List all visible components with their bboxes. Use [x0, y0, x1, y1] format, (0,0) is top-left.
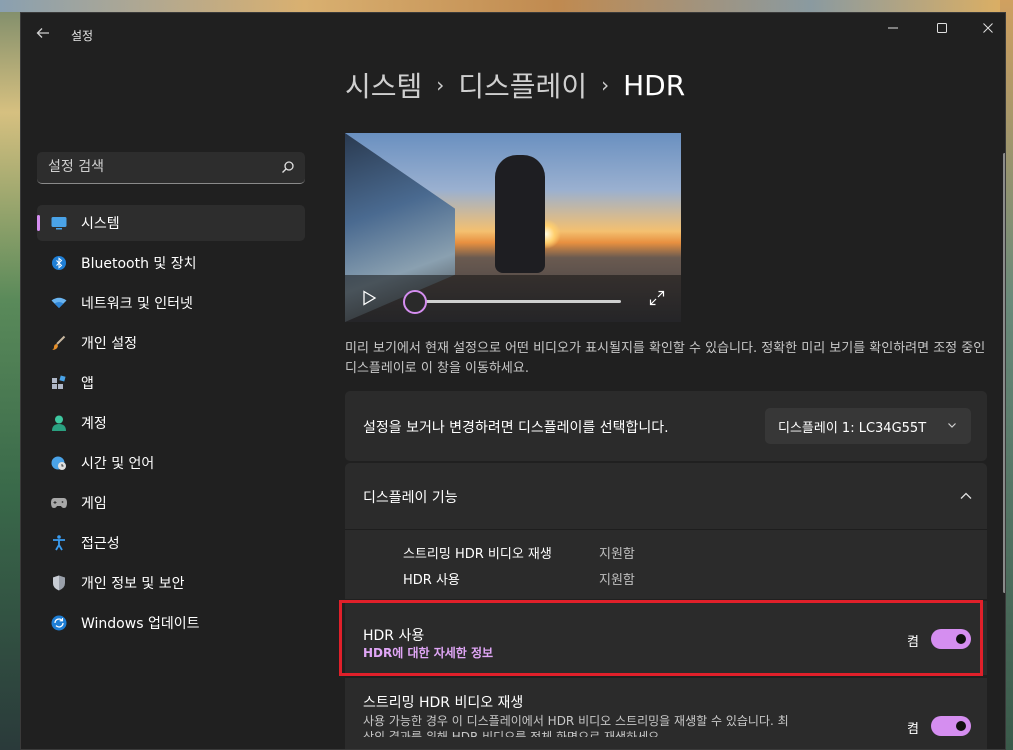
title-bar: 설정 — [21, 13, 1005, 55]
search-input[interactable] — [37, 152, 273, 182]
hdr-toggle-state: 켬 — [907, 635, 919, 650]
toggle-knob — [956, 721, 966, 731]
play-icon[interactable] — [361, 290, 377, 306]
globe-clock-icon — [51, 455, 67, 471]
sidebar-item-label: 게임 — [81, 496, 107, 512]
display-features-card: 디스플레이 기능 스트리밍 HDR 비디오 재생 지원함 HDR 사용 지원함 — [345, 463, 987, 599]
sidebar-item-label: 시스템 — [81, 216, 120, 232]
hdr-toggle[interactable] — [931, 629, 971, 649]
breadcrumb: 시스템 › 디스플레이 › HDR — [345, 65, 685, 105]
display-select-card: 설정을 보거나 변경하려면 디스플레이를 선택합니다. 디스플레이 1: LC3… — [345, 391, 987, 461]
breadcrumb-system[interactable]: 시스템 — [345, 65, 422, 105]
streaming-toggle-state: 켬 — [907, 722, 919, 737]
sidebar-item-gaming[interactable]: 게임 — [37, 485, 305, 521]
desktop-wallpaper-top — [0, 0, 1013, 12]
account-icon — [51, 415, 67, 431]
sidebar-item-time-language[interactable]: 시간 및 언어 — [37, 445, 305, 481]
sidebar-item-label: 시간 및 언어 — [81, 456, 155, 472]
sidebar-nav: 시스템 Bluetooth 및 장치 네트워크 및 인터넷 개인 설정 앱 계정… — [37, 205, 305, 645]
wifi-icon — [51, 295, 67, 311]
close-icon — [983, 23, 993, 33]
feature-name: HDR 사용 — [403, 573, 460, 588]
search-box[interactable] — [37, 152, 305, 184]
sidebar-item-network[interactable]: 네트워크 및 인터넷 — [37, 285, 305, 321]
sidebar-item-label: 개인 정보 및 보안 — [81, 576, 185, 592]
minimize-icon — [888, 27, 898, 29]
breadcrumb-display[interactable]: 디스플레이 — [458, 65, 587, 105]
gamepad-icon — [51, 495, 67, 511]
sidebar-item-label: 계정 — [81, 416, 107, 432]
hdr-setting-title: HDR 사용 — [363, 628, 425, 644]
display-dropdown-value: 디스플레이 1: LC34G55T — [778, 420, 927, 436]
sidebar-item-privacy[interactable]: 개인 정보 및 보안 — [37, 565, 305, 601]
sidebar-item-apps[interactable]: 앱 — [37, 365, 305, 401]
monitor-icon — [51, 215, 67, 231]
sidebar-item-label: 접근성 — [81, 536, 120, 552]
settings-window: 설정 시스템 Bluetooth 및 장치 — [20, 12, 1006, 750]
feature-value: 지원함 — [599, 573, 635, 588]
streaming-hdr-title: 스트리밍 HDR 비디오 재생 — [363, 695, 524, 711]
video-controls — [345, 275, 681, 322]
sidebar-item-label: Bluetooth 및 장치 — [81, 256, 197, 272]
sidebar-item-label: 네트워크 및 인터넷 — [81, 296, 193, 312]
maximize-icon — [937, 23, 947, 33]
apps-icon — [51, 375, 67, 391]
display-features-header[interactable]: 디스플레이 기능 — [345, 463, 987, 530]
sidebar-item-bluetooth[interactable]: Bluetooth 및 장치 — [37, 245, 305, 281]
feature-name: 스트리밍 HDR 비디오 재생 — [403, 547, 552, 562]
display-select-label: 설정을 보거나 변경하려면 디스플레이를 선택합니다. — [363, 420, 669, 436]
update-icon — [51, 615, 67, 631]
streaming-hdr-description: 사용 가능한 경우 이 디스플레이에서 HDR 비디오 스트리밍을 재생할 수 … — [363, 714, 789, 737]
hdr-preview-video[interactable] — [345, 133, 681, 322]
sidebar-item-system[interactable]: 시스템 — [37, 205, 305, 241]
feature-value: 지원함 — [599, 547, 635, 562]
fullscreen-icon[interactable] — [649, 290, 665, 306]
sidebar-item-label: 앱 — [81, 376, 94, 392]
hdr-learn-more-link[interactable]: HDR에 대한 자세한 정보 — [363, 644, 493, 661]
chevron-down-icon — [948, 423, 956, 428]
sidebar-item-windows-update[interactable]: Windows 업데이트 — [37, 605, 305, 641]
seek-bar[interactable] — [417, 300, 621, 303]
maximize-button[interactable] — [919, 13, 965, 43]
seek-thumb[interactable] — [403, 290, 427, 314]
toggle-knob — [956, 634, 966, 644]
breadcrumb-separator: › — [436, 73, 445, 97]
back-arrow-icon[interactable] — [35, 25, 53, 43]
accessibility-icon — [51, 535, 67, 551]
page-title: HDR — [623, 68, 686, 102]
minimize-button[interactable] — [870, 13, 916, 43]
hdr-setting-card: HDR 사용 HDR에 대한 자세한 정보 켬 — [345, 601, 987, 675]
sidebar-item-personalization[interactable]: 개인 설정 — [37, 325, 305, 361]
display-dropdown[interactable]: 디스플레이 1: LC34G55T — [765, 408, 971, 444]
sidebar-item-label: 개인 설정 — [81, 336, 137, 352]
video-scene-person — [495, 155, 545, 273]
vertical-scrollbar[interactable] — [1003, 153, 1005, 593]
close-button[interactable] — [965, 13, 1005, 43]
streaming-hdr-card: 스트리밍 HDR 비디오 재생 사용 가능한 경우 이 디스플레이에서 HDR … — [345, 678, 987, 749]
shield-icon — [51, 575, 67, 591]
breadcrumb-separator: › — [601, 73, 610, 97]
bluetooth-icon — [51, 255, 67, 271]
brush-icon — [51, 335, 67, 351]
streaming-hdr-toggle[interactable] — [931, 716, 971, 736]
preview-description: 미리 보기에서 현재 설정으로 어떤 비디오가 표시될지를 확인할 수 있습니다… — [345, 341, 986, 376]
app-title: 설정 — [71, 29, 94, 43]
sidebar-item-accounts[interactable]: 계정 — [37, 405, 305, 441]
desktop-wallpaper-left — [0, 0, 22, 750]
sidebar-item-label: Windows 업데이트 — [81, 616, 200, 632]
sidebar-item-accessibility[interactable]: 접근성 — [37, 525, 305, 561]
display-features-title: 디스플레이 기능 — [363, 490, 458, 506]
chevron-up-icon — [960, 492, 972, 499]
search-icon[interactable] — [281, 160, 295, 174]
